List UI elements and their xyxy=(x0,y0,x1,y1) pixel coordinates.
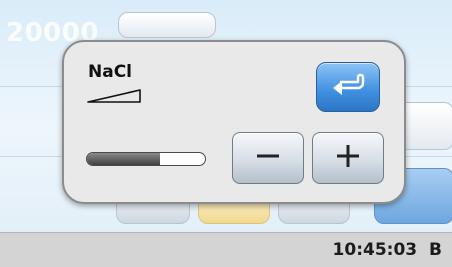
background-button[interactable] xyxy=(118,12,216,38)
decrease-button[interactable] xyxy=(232,132,304,184)
minus-icon xyxy=(254,142,282,174)
dialog-title: NaCl xyxy=(88,62,133,82)
level-indicator xyxy=(86,152,206,166)
nacl-dialog: NaCl xyxy=(62,40,406,204)
return-arrow-icon xyxy=(328,70,368,104)
increase-button[interactable] xyxy=(312,132,384,184)
status-suffix: B xyxy=(429,240,442,260)
return-button[interactable] xyxy=(316,62,380,112)
clock-time: 10:45:03 xyxy=(332,240,418,260)
ramp-icon xyxy=(86,88,142,108)
level-fill xyxy=(87,153,161,165)
status-bar: 10:45:03 B xyxy=(0,232,452,267)
main-screen: 20000 NaCl xyxy=(0,0,452,232)
plus-icon xyxy=(334,142,362,174)
status-clock: 10:45:03 B xyxy=(333,240,442,260)
